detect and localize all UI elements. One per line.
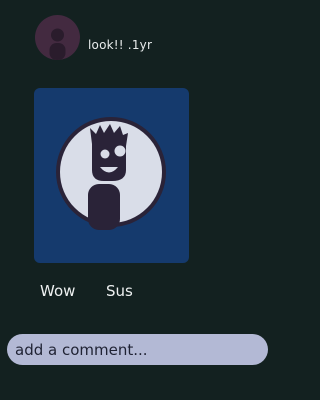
post-caption: look!! .1yr — [88, 38, 153, 52]
smiling-cartoon-figure-icon — [56, 117, 166, 230]
comment-input[interactable] — [7, 334, 268, 365]
post-header: look!! .1yr — [0, 0, 286, 80]
wow-reaction-button[interactable]: Wow — [40, 282, 75, 300]
sus-reaction-button[interactable]: Sus — [106, 282, 133, 300]
post-image[interactable] — [34, 88, 189, 263]
avatar[interactable] — [35, 15, 80, 60]
person-silhouette-icon — [49, 28, 66, 60]
